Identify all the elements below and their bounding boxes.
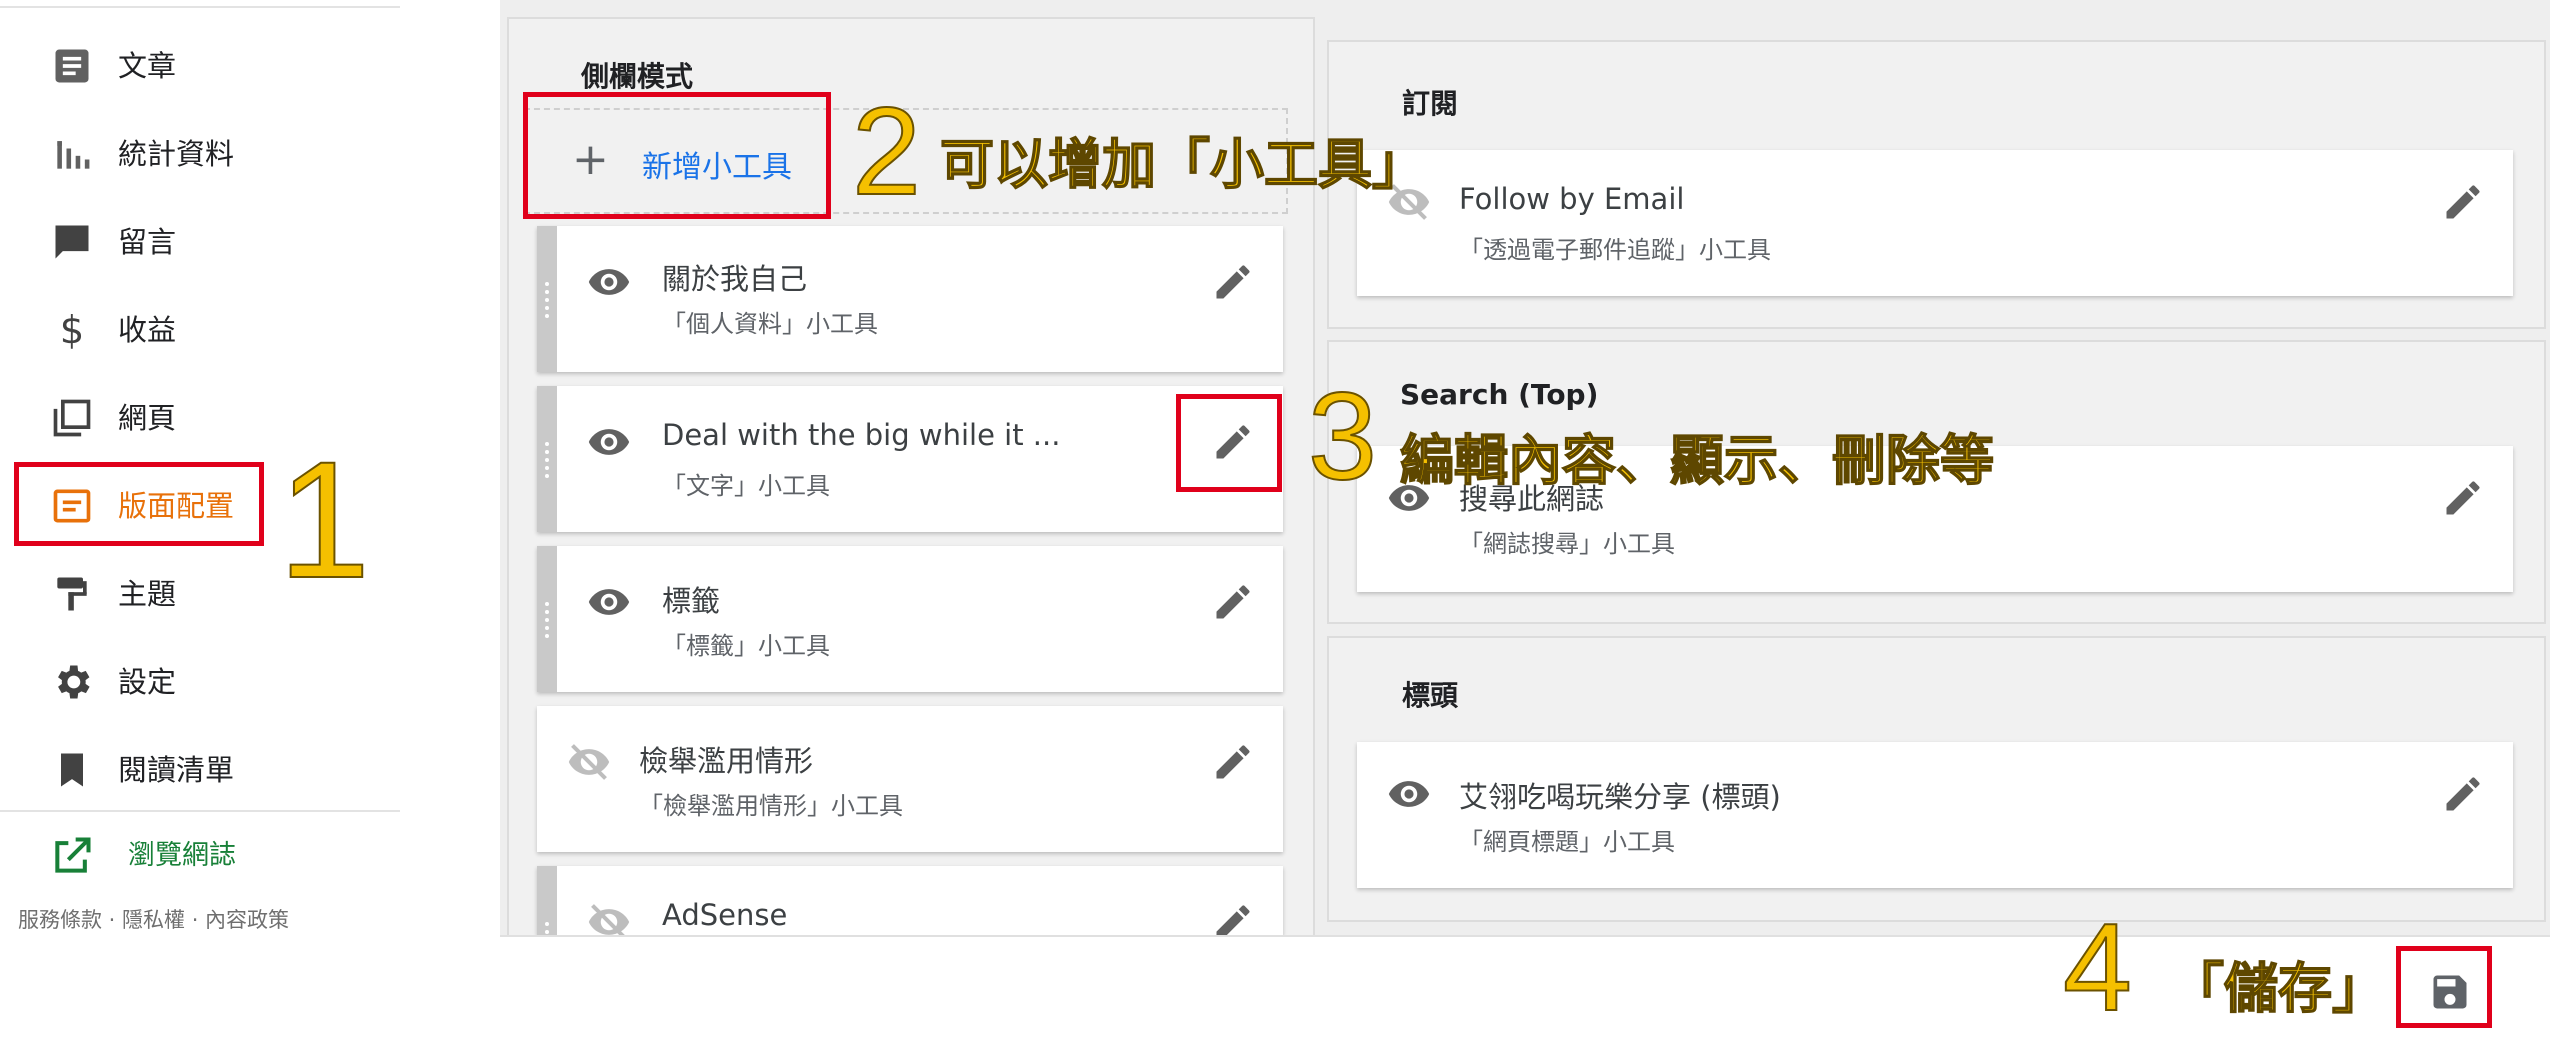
sidebar-item-label: 文章: [118, 49, 177, 83]
drag-handle[interactable]: [537, 866, 557, 935]
annotation-number: 4: [2062, 899, 2133, 1037]
dollar-icon: $: [50, 308, 94, 352]
widget-card[interactable]: 檢舉濫用情形 「檢舉濫用情形」小工具: [537, 706, 1283, 852]
widget-title: Deal with the big while it ...: [662, 418, 1061, 452]
widget-title: Follow by Email: [1459, 182, 1685, 216]
eye-icon[interactable]: [587, 420, 631, 464]
edit-pencil-icon[interactable]: [1211, 580, 1255, 624]
highlight-box: [2396, 946, 2492, 1028]
widget-subtitle: 「網頁標題」小工具: [1459, 828, 1675, 856]
widget-title: 艾翎吃喝玩樂分享 (標頭): [1459, 780, 1781, 814]
paint-roller-icon: [50, 572, 94, 616]
widget-card[interactable]: 艾翎吃喝玩樂分享 (標頭) 「網頁標題」小工具: [1357, 742, 2513, 888]
eye-icon[interactable]: [1387, 772, 1431, 816]
edit-pencil-icon[interactable]: [1211, 900, 1255, 935]
eye-off-icon[interactable]: [567, 740, 611, 784]
eye-off-icon[interactable]: [587, 900, 631, 935]
bookmark-icon: [50, 748, 94, 792]
edit-pencil-icon[interactable]: [1211, 740, 1255, 784]
highlight-box: [1176, 394, 1282, 492]
annotation-number: 2: [851, 83, 922, 221]
highlight-box: [14, 462, 264, 546]
sidebar-item-settings[interactable]: 設定: [0, 638, 400, 726]
annotation-number: 3: [1307, 368, 1378, 506]
annotation-number: 1: [277, 428, 371, 613]
widget-subtitle: 「透過電子郵件追蹤」小工具: [1459, 236, 1771, 264]
widget-card[interactable]: Follow by Email 「透過電子郵件追蹤」小工具: [1357, 150, 2513, 296]
sidebar-item-earnings[interactable]: $ 收益: [0, 286, 400, 374]
annotation-text: 編輯內容、顯示、刪除等: [1399, 429, 1995, 492]
annotation-text: 可以增加「小工具」: [939, 133, 1427, 196]
divider: [0, 6, 400, 8]
annotation-text: 「儲存」: [2169, 957, 2387, 1020]
sidebar-item-label: 留言: [118, 225, 177, 259]
widget-subtitle: 「個人資料」小工具: [662, 310, 878, 338]
drag-handle[interactable]: [537, 546, 557, 692]
sidebar-item-comments[interactable]: 留言: [0, 198, 400, 286]
section-title: 訂閱: [1402, 87, 1459, 120]
stats-icon: [50, 132, 94, 176]
sidebar-item-label: 統計資料: [118, 137, 235, 171]
widget-card[interactable]: 標籤 「標籤」小工具: [537, 546, 1283, 692]
edit-pencil-icon[interactable]: [2441, 772, 2485, 816]
eye-icon[interactable]: [587, 260, 631, 304]
view-blog-label: 瀏覽網誌: [128, 840, 236, 871]
drag-handle[interactable]: [537, 226, 557, 372]
sidebar-item-label: 收益: [118, 313, 177, 347]
eye-icon[interactable]: [587, 580, 631, 624]
footer-links[interactable]: 服務條款 · 隱私權 · 內容政策: [18, 904, 289, 934]
widget-card[interactable]: 關於我自己 「個人資料」小工具: [537, 226, 1283, 372]
widget-title: 檢舉濫用情形: [639, 744, 814, 778]
open-external-icon: [50, 834, 94, 878]
section-title: 側欄模式: [581, 60, 694, 93]
drag-handle[interactable]: [537, 386, 557, 532]
section-title: 標頭: [1402, 679, 1459, 712]
widget-subtitle: 「標籤」小工具: [662, 632, 830, 660]
edit-pencil-icon[interactable]: [2441, 476, 2485, 520]
posts-icon: [50, 44, 94, 88]
sidebar-item-reading-list[interactable]: 閱讀清單: [0, 726, 400, 814]
sidebar-item-label: 閱讀清單: [118, 753, 235, 787]
widget-card[interactable]: Deal with the big while it ... 「文字」小工具: [537, 386, 1283, 532]
view-blog-link[interactable]: 瀏覽網誌: [0, 812, 400, 900]
widget-subtitle: 「檢舉濫用情形」小工具: [639, 792, 903, 820]
edit-pencil-icon[interactable]: [1211, 260, 1255, 304]
sidebar-item-posts[interactable]: 文章: [0, 22, 400, 110]
pages-icon: [50, 396, 94, 440]
widget-title: 標籤: [662, 584, 721, 618]
widget-title: AdSense: [662, 898, 788, 932]
sidebar-item-label: 網頁: [118, 401, 177, 435]
widget-subtitle: 「文字」小工具: [662, 472, 830, 500]
edit-pencil-icon[interactable]: [2441, 180, 2485, 224]
widget-title: 關於我自己: [662, 262, 808, 296]
svg-text:$: $: [60, 308, 85, 352]
widget-card[interactable]: AdSense: [537, 866, 1283, 935]
widget-subtitle: 「網誌搜尋」小工具: [1459, 530, 1675, 558]
gear-icon: [50, 660, 94, 704]
sidebar-item-stats[interactable]: 統計資料: [0, 110, 400, 198]
comment-icon: [50, 220, 94, 264]
section-title: Search (Top): [1400, 378, 1599, 411]
sidebar-item-label: 設定: [118, 665, 177, 699]
highlight-box: [523, 92, 831, 219]
sidebar-item-label: 主題: [118, 577, 177, 611]
